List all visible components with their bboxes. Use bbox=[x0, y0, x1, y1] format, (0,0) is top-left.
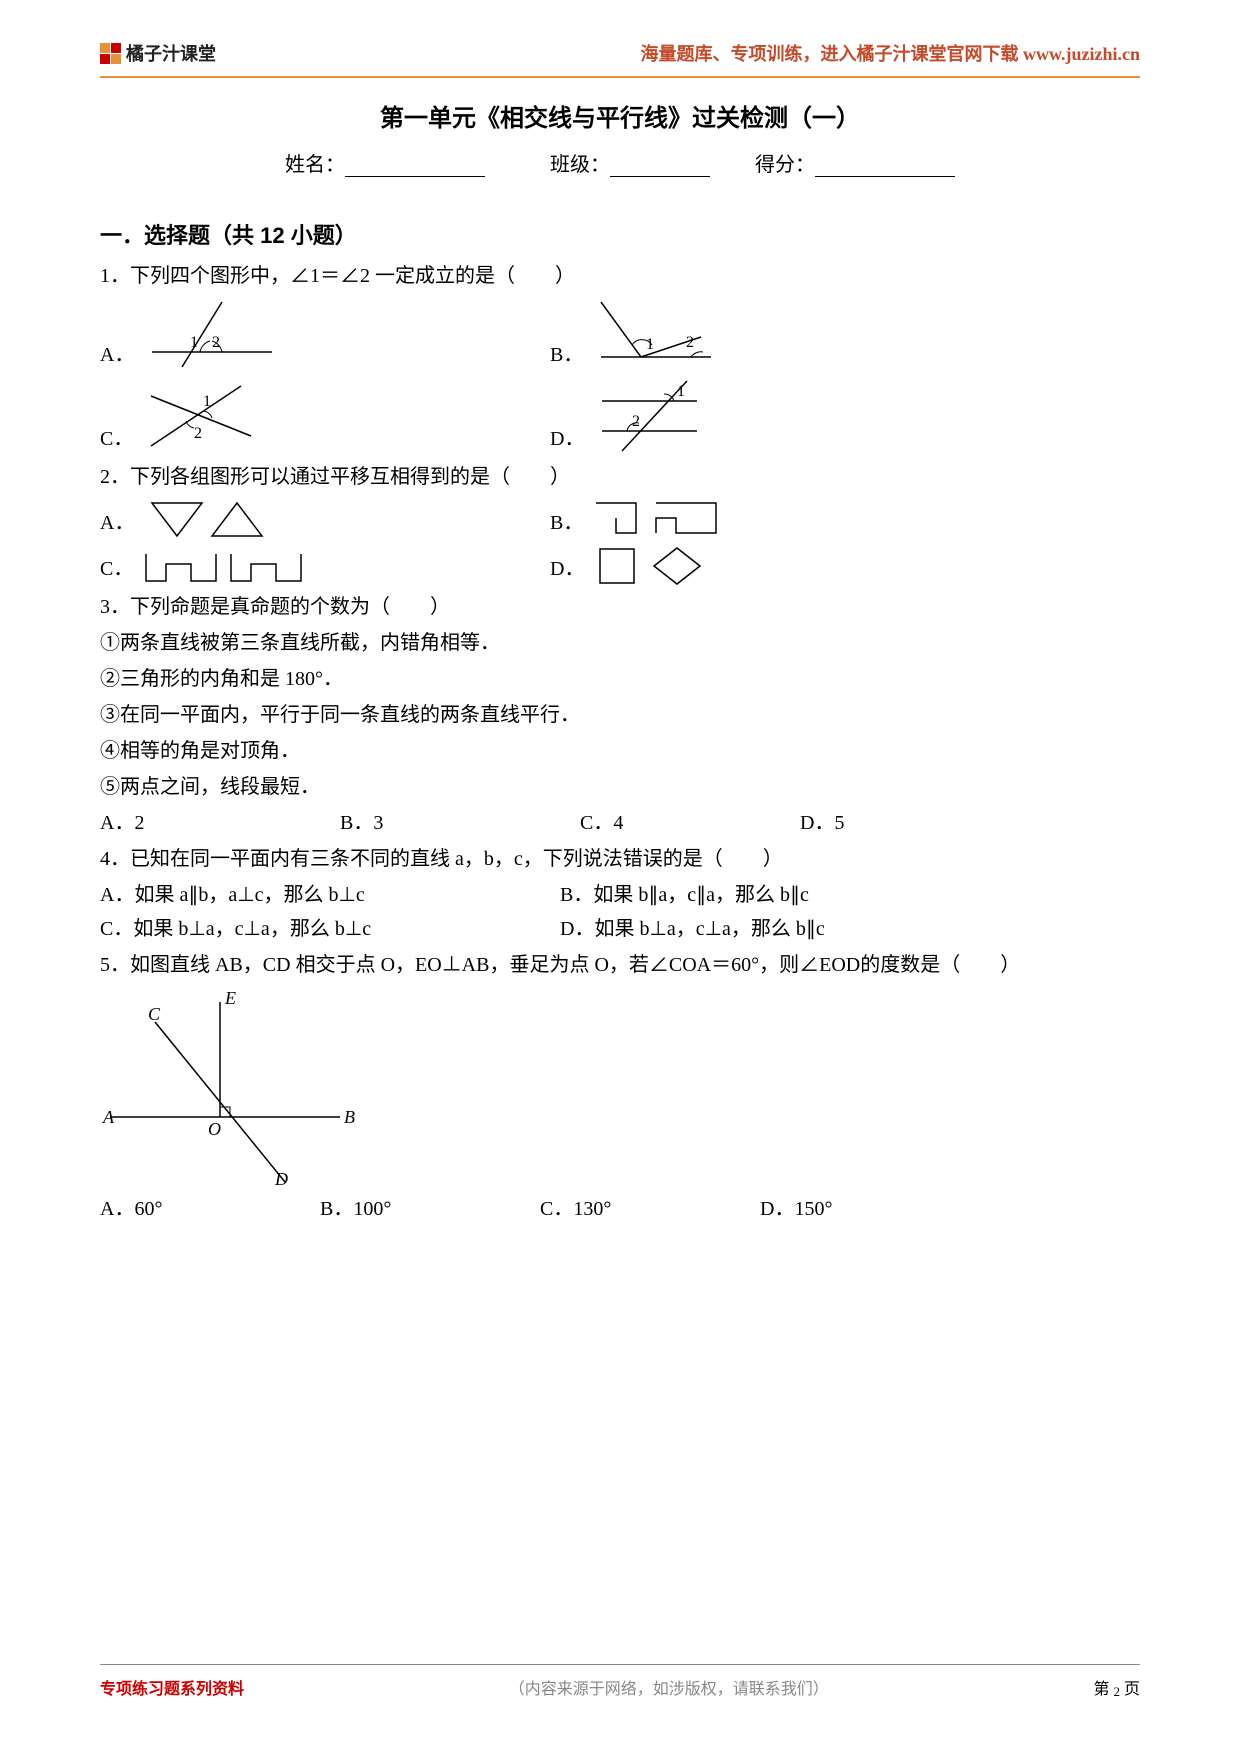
q2-optC[interactable]: C． bbox=[100, 544, 530, 586]
section-1-heading: 一．选择题（共 12 小题） bbox=[100, 217, 1140, 254]
q2-figA bbox=[142, 498, 272, 540]
q4-optC[interactable]: C．如果 b⊥a，c⊥a，那么 b⊥c bbox=[100, 912, 540, 946]
q3-s1: ①两条直线被第三条直线所截，内错角相等． bbox=[100, 626, 1140, 660]
score-blank[interactable] bbox=[815, 157, 955, 177]
score-label: 得分： bbox=[755, 154, 815, 176]
q1-figD: 1 2 bbox=[592, 376, 712, 456]
q1-text: 1．下列四个图形中，∠1＝∠2 一定成立的是（ ） bbox=[100, 259, 1140, 293]
footer-page-num: 2 bbox=[1113, 1684, 1120, 1699]
q4-optD[interactable]: D．如果 b⊥a，c⊥a，那么 b∥c bbox=[560, 912, 825, 946]
q2-optA[interactable]: A． bbox=[100, 498, 530, 540]
svg-text:B: B bbox=[344, 1107, 355, 1127]
footer-copyright: （内容来源于网络，如涉版权，请联系我们） bbox=[509, 1675, 829, 1699]
q1-optC[interactable]: C． 1 2 bbox=[100, 376, 530, 456]
footer-page: 第 2 页 bbox=[1093, 1675, 1140, 1699]
q5-optC[interactable]: C．130° bbox=[540, 1192, 740, 1226]
q3-optC[interactable]: C．4 bbox=[580, 806, 780, 840]
svg-text:2: 2 bbox=[686, 334, 694, 351]
q3-text: 3．下列命题是真命题的个数为（ ） bbox=[100, 590, 1140, 624]
svg-text:1: 1 bbox=[677, 383, 685, 400]
q1-figA: 1 2 bbox=[142, 297, 282, 372]
q5-options: A．60° B．100° C．130° D．150° bbox=[100, 1192, 1140, 1226]
q4-optB[interactable]: B．如果 b∥a，c∥a，那么 b∥c bbox=[560, 878, 809, 912]
q5-optB[interactable]: B．100° bbox=[320, 1192, 520, 1226]
q2-row1: A． B． bbox=[100, 498, 1140, 540]
q2-optC-label: C． bbox=[100, 552, 133, 586]
q1-row1: A． 1 2 B． 1 2 bbox=[100, 297, 1140, 372]
svg-text:2: 2 bbox=[632, 413, 640, 430]
content-area: 一．选择题（共 12 小题） 1．下列四个图形中，∠1＝∠2 一定成立的是（ ）… bbox=[100, 217, 1140, 1226]
page-title: 第一单元《相交线与平行线》过关检测（一） bbox=[100, 98, 1140, 133]
q3-s2: ②三角形的内角和是 180°． bbox=[100, 662, 1140, 696]
page-footer: 专项练习题系列资料 （内容来源于网络，如涉版权，请联系我们） 第 2 页 bbox=[100, 1664, 1140, 1699]
svg-text:E: E bbox=[224, 988, 236, 1008]
q2-optA-label: A． bbox=[100, 506, 134, 540]
brand-logo-area: 橘子汁课堂 bbox=[100, 40, 216, 66]
q4-text: 4．已知在同一平面内有三条不同的直线 a，b，c，下列说法错误的是（ ） bbox=[100, 842, 1140, 876]
q2-optD[interactable]: D． bbox=[550, 544, 712, 586]
svg-text:C: C bbox=[148, 1004, 161, 1024]
q3-optA[interactable]: A．2 bbox=[100, 806, 320, 840]
q4-row1: A．如果 a∥b，a⊥c，那么 b⊥c B．如果 b∥a，c∥a，那么 b∥c bbox=[100, 878, 1140, 912]
q5-figure: E C A B O D bbox=[100, 987, 360, 1187]
q2-text: 2．下列各组图形可以通过平移互相得到的是（ ） bbox=[100, 460, 1140, 494]
q1-figB: 1 2 bbox=[591, 297, 721, 372]
q1-row2: C． 1 2 D． 1 2 bbox=[100, 376, 1140, 456]
q2-optB-label: B． bbox=[550, 506, 583, 540]
svg-text:O: O bbox=[208, 1119, 221, 1139]
q1-optA-label: A． bbox=[100, 338, 134, 372]
q1-optD[interactable]: D． 1 2 bbox=[550, 376, 712, 456]
header-tagline: 海量题库、专项训练，进入橘子汁课堂官网下载 www.juzizhi.cn bbox=[641, 40, 1141, 66]
q3-s3: ③在同一平面内，平行于同一条直线的两条直线平行． bbox=[100, 698, 1140, 732]
svg-text:1: 1 bbox=[646, 336, 654, 353]
q2-optB[interactable]: B． bbox=[550, 498, 726, 540]
svg-text:1: 1 bbox=[190, 334, 198, 351]
q2-optD-label: D． bbox=[550, 552, 584, 586]
q5-optD[interactable]: D．150° bbox=[760, 1192, 980, 1226]
svg-text:1: 1 bbox=[203, 393, 211, 410]
svg-text:A: A bbox=[102, 1107, 115, 1127]
q2-figD bbox=[592, 544, 712, 586]
footer-series: 专项练习题系列资料 bbox=[100, 1675, 244, 1699]
class-label: 班级： bbox=[550, 154, 610, 176]
q5-text: 5．如图直线 AB，CD 相交于点 O，EO⊥AB，垂足为点 O，若∠COA＝6… bbox=[100, 948, 1140, 982]
svg-text:2: 2 bbox=[194, 425, 202, 442]
svg-text:D: D bbox=[274, 1169, 288, 1187]
q4-row2: C．如果 b⊥a，c⊥a，那么 b⊥c D．如果 b⊥a，c⊥a，那么 b∥c bbox=[100, 912, 1140, 946]
q1-optC-label: C． bbox=[100, 422, 133, 456]
name-blank[interactable] bbox=[345, 157, 485, 177]
q3-optD[interactable]: D．5 bbox=[800, 806, 1020, 840]
q1-optB[interactable]: B． 1 2 bbox=[550, 297, 721, 372]
footer-page-suffix: 页 bbox=[1120, 1681, 1140, 1698]
q5-optA[interactable]: A．60° bbox=[100, 1192, 300, 1226]
q3-options: A．2 B．3 C．4 D．5 bbox=[100, 806, 1140, 840]
q2-figB bbox=[591, 498, 726, 540]
student-info-line: 姓名： 班级： 得分： bbox=[100, 148, 1140, 177]
q3-optB[interactable]: B．3 bbox=[340, 806, 560, 840]
name-label: 姓名： bbox=[285, 154, 345, 176]
class-blank[interactable] bbox=[610, 157, 710, 177]
brand-name: 橘子汁课堂 bbox=[126, 40, 216, 66]
footer-page-prefix: 第 bbox=[1093, 1681, 1113, 1698]
q3-s5: ⑤两点之间，线段最短． bbox=[100, 770, 1140, 804]
logo-icon bbox=[100, 43, 121, 64]
q1-optD-label: D． bbox=[550, 422, 584, 456]
q1-figC: 1 2 bbox=[141, 376, 271, 456]
page-header: 橘子汁课堂 海量题库、专项训练，进入橘子汁课堂官网下载 www.juzizhi.… bbox=[100, 40, 1140, 78]
q4-optA[interactable]: A．如果 a∥b，a⊥c，那么 b⊥c bbox=[100, 878, 540, 912]
q2-figC bbox=[141, 544, 311, 586]
q1-optA[interactable]: A． 1 2 bbox=[100, 297, 530, 372]
q1-optB-label: B． bbox=[550, 338, 583, 372]
q2-row2: C． D． bbox=[100, 544, 1140, 586]
q3-s4: ④相等的角是对顶角． bbox=[100, 734, 1140, 768]
